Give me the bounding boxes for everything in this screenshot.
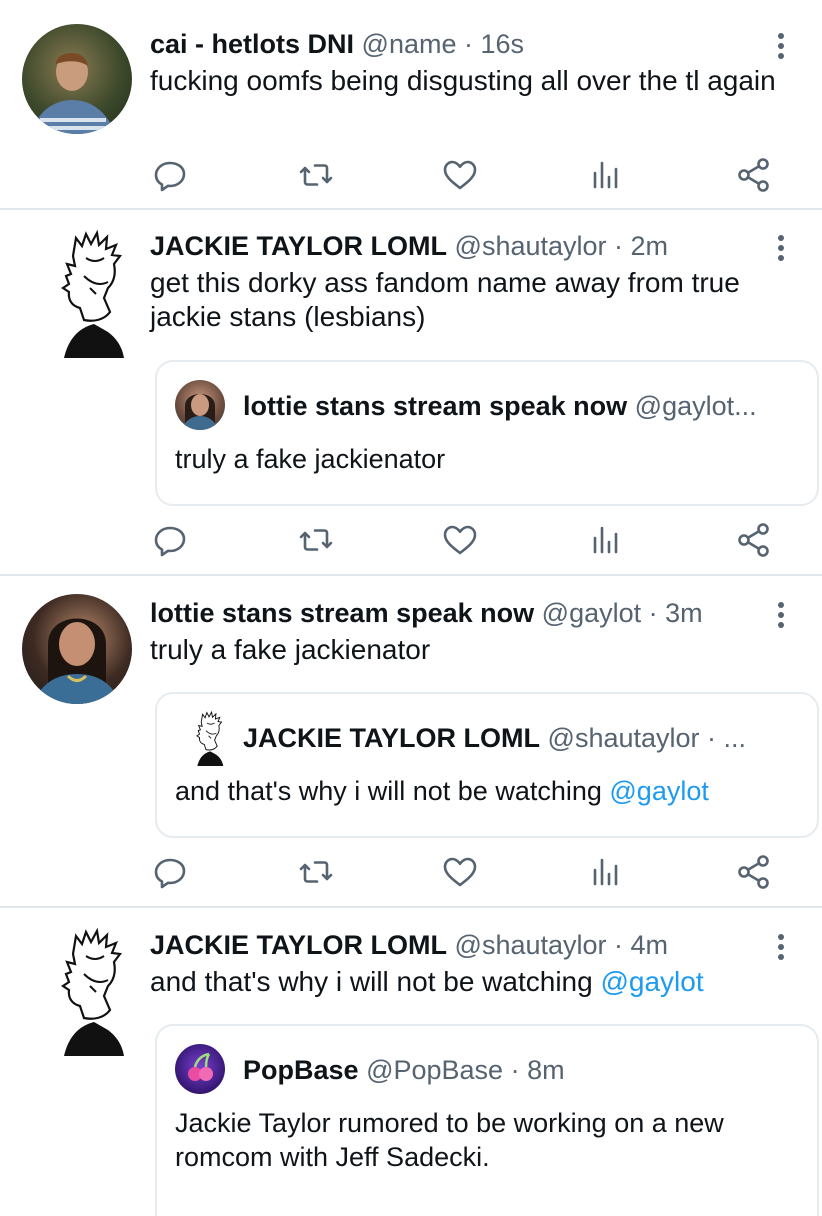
share-icon[interactable] [734, 520, 774, 560]
quoted-avatar[interactable] [175, 380, 225, 430]
tweet-header: JACKIE TAYLOR LOML @shautaylor · 2m [150, 230, 668, 262]
quoted-tweet[interactable]: lottie stans stream speak now @gaylot...… [155, 360, 819, 506]
quoted-text: truly a fake jackienator [175, 444, 446, 474]
quoted-text: Jackie Taylor rumored to be working on a… [175, 1108, 724, 1172]
quoted-text-body: and that's why i will not be watching [175, 776, 610, 806]
tweet-text: truly a fake jackienator [150, 634, 431, 665]
analytics-icon[interactable] [586, 520, 626, 560]
display-name[interactable]: cai - hetlots DNI [150, 29, 354, 59]
tweet-text: fucking oomfs being disgusting all over … [150, 65, 776, 96]
retweet-icon[interactable] [296, 520, 336, 560]
tweet[interactable]: JACKIE TAYLOR LOML @shautaylor · 2m get … [0, 208, 822, 576]
quoted-tweet[interactable]: PopBase @PopBase · 8m Jackie Taylor rumo… [155, 1024, 819, 1216]
tweet[interactable]: lottie stans stream speak now @gaylot · … [0, 574, 822, 908]
reply-icon[interactable] [150, 155, 190, 195]
quoted-avatar[interactable] [189, 710, 229, 766]
tweet-header: JACKIE TAYLOR LOML @shautaylor · 4m [150, 929, 668, 961]
action-bar [150, 520, 790, 560]
avatar[interactable] [46, 228, 136, 358]
timestamp[interactable]: · 4m [614, 930, 668, 960]
tweet-header: lottie stans stream speak now @gaylot · … [150, 597, 703, 629]
tweet[interactable]: JACKIE TAYLOR LOML @shautaylor · 4m and … [0, 906, 822, 1216]
user-handle[interactable]: @shautaylor [455, 930, 607, 960]
more-options-icon[interactable] [776, 602, 786, 632]
avatar[interactable] [46, 926, 136, 1056]
like-icon[interactable] [440, 852, 480, 892]
quoted-timestamp: · 8m [510, 1055, 565, 1085]
display-name[interactable]: JACKIE TAYLOR LOML [150, 231, 447, 261]
more-options-icon[interactable] [776, 235, 786, 265]
avatar-image [46, 926, 136, 1056]
quoted-tweet[interactable]: JACKIE TAYLOR LOML @shautaylor · ... and… [155, 692, 819, 838]
action-bar [150, 852, 790, 892]
retweet-icon[interactable] [296, 852, 336, 892]
analytics-icon[interactable] [586, 852, 626, 892]
display-name[interactable]: JACKIE TAYLOR LOML [150, 930, 447, 960]
quoted-display-name: PopBase [243, 1055, 359, 1085]
quoted-handle: @shautaylor · ... [547, 723, 747, 753]
avatar[interactable] [22, 24, 132, 134]
user-handle[interactable]: @name [362, 29, 457, 59]
quoted-header: JACKIE TAYLOR LOML @shautaylor · ... [243, 722, 746, 754]
more-options-icon[interactable] [776, 934, 786, 964]
tweet-header: cai - hetlots DNI @name · 16s [150, 28, 524, 60]
tweet-text: get this dorky ass fandom name away from… [150, 267, 740, 332]
quoted-text: and that's why i will not be watching @g… [175, 774, 795, 808]
quoted-handle: @gaylot... [634, 391, 757, 421]
mention-link[interactable]: @gaylot [609, 776, 708, 806]
avatar-image [34, 618, 120, 704]
reply-icon[interactable] [150, 852, 190, 892]
tweet-text-body: and that's why i will not be watching [150, 966, 601, 997]
user-handle[interactable]: @shautaylor [455, 231, 607, 261]
user-handle[interactable]: @gaylot [542, 598, 641, 628]
analytics-icon[interactable] [586, 155, 626, 195]
share-icon[interactable] [734, 852, 774, 892]
tweet[interactable]: cai - hetlots DNI @name · 16s fucking oo… [0, 0, 822, 210]
quoted-display-name: JACKIE TAYLOR LOML [243, 723, 541, 753]
avatar[interactable] [22, 594, 132, 704]
quoted-header: lottie stans stream speak now @gaylot... [243, 390, 757, 422]
avatar-image [189, 710, 229, 766]
tweet-text: and that's why i will not be watching @g… [150, 965, 800, 999]
action-bar [150, 155, 790, 195]
like-icon[interactable] [440, 520, 480, 560]
timestamp[interactable]: · 3m [649, 598, 703, 628]
mention-link[interactable]: @gaylot [600, 966, 703, 997]
display-name[interactable]: lottie stans stream speak now [150, 598, 534, 628]
avatar-image [181, 394, 219, 430]
timestamp[interactable]: · 16s [464, 29, 524, 59]
more-options-icon[interactable] [776, 33, 786, 63]
share-icon[interactable] [734, 155, 774, 195]
quoted-display-name: lottie stans stream speak now [243, 391, 628, 421]
quoted-avatar[interactable] [175, 1044, 225, 1094]
quoted-header: PopBase @PopBase · 8m [243, 1054, 565, 1086]
reply-icon[interactable] [150, 520, 190, 560]
popbase-logo-icon [188, 1052, 213, 1081]
like-icon[interactable] [440, 155, 480, 195]
quoted-handle: @PopBase [366, 1055, 504, 1085]
avatar-image [46, 228, 136, 358]
avatar-image [32, 53, 116, 134]
retweet-icon[interactable] [296, 155, 336, 195]
timestamp[interactable]: · 2m [614, 231, 668, 261]
